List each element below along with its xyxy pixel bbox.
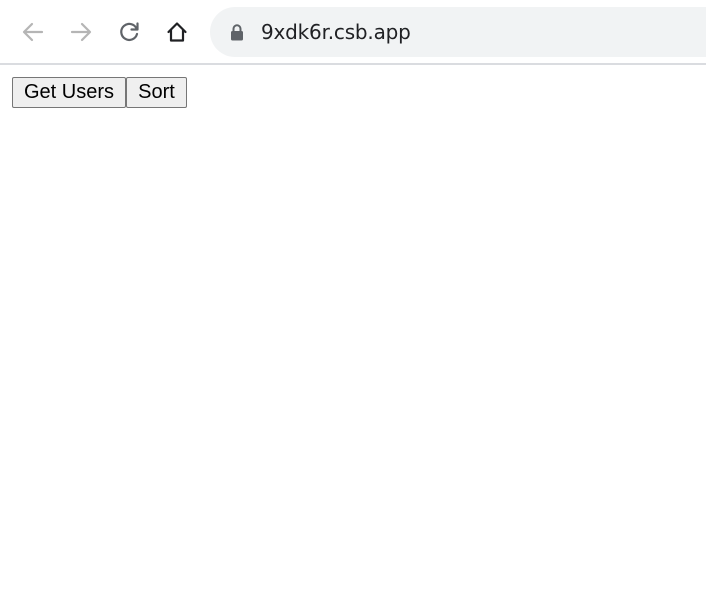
reload-button[interactable] <box>112 15 146 49</box>
page-content: Get Users Sort <box>0 65 706 603</box>
reload-icon <box>118 21 140 43</box>
forward-button[interactable] <box>64 15 98 49</box>
lock-icon[interactable] <box>230 24 244 46</box>
arrow-right-icon <box>70 21 92 43</box>
sort-button[interactable]: Sort <box>126 77 187 108</box>
back-button[interactable] <box>16 15 50 49</box>
url-text[interactable]: 9xdk6r.csb.app <box>261 20 411 44</box>
address-bar[interactable]: 9xdk6r.csb.app <box>210 7 706 57</box>
home-icon <box>166 21 188 43</box>
arrow-left-icon <box>22 21 44 43</box>
browser-toolbar: 9xdk6r.csb.app <box>0 0 706 65</box>
get-users-button[interactable]: Get Users <box>12 77 126 108</box>
home-button[interactable] <box>160 15 194 49</box>
button-row: Get Users Sort <box>12 77 187 108</box>
